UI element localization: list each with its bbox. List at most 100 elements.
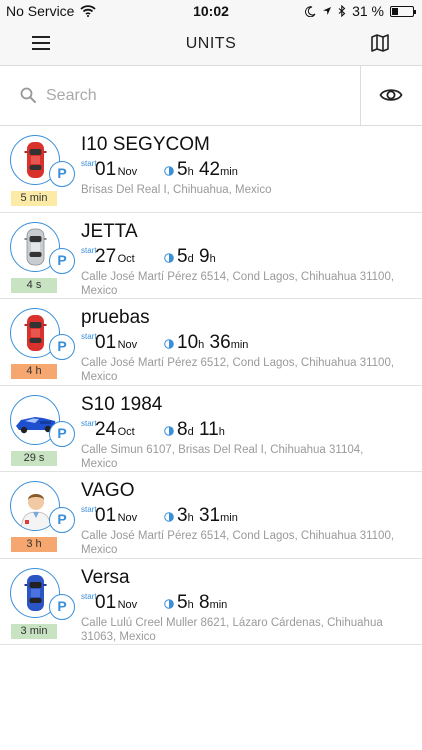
search-bar (0, 66, 422, 126)
unit-name: JETTA (81, 220, 138, 242)
start-day: 01 (95, 591, 117, 613)
duration-clock-icon (164, 596, 174, 614)
duration-clock-icon (164, 163, 174, 181)
unit-address: Brisas Del Real I, Chihuahua, Mexico (81, 184, 272, 196)
duration-value-1: 5 (177, 591, 188, 613)
list-item[interactable]: P4 h pruebas start 01 Nov 10h 36min Calle José… (0, 299, 422, 386)
duration-unit-1: h (198, 339, 205, 351)
duration-value-1: 8 (177, 418, 188, 440)
duration-unit-1: h (187, 166, 194, 178)
battery-level (392, 7, 399, 15)
start-day: 24 (95, 418, 117, 440)
trip-stats: start 01 Nov 3h 31min (81, 505, 401, 527)
start-month: Nov (117, 166, 138, 178)
list-item[interactable]: P4 s JETTA start 27 Oct 5d 9h Calle José Martí… (0, 213, 422, 299)
unit-address: Calle Simun 6107, Brisas Del Real I, Chi… (81, 443, 364, 470)
duration-unit-1: d (187, 425, 194, 438)
units-list: P5 min I10 SEGYCOM start 01 Nov 5h 42min Brisa… (0, 126, 422, 645)
moon-icon (305, 5, 316, 17)
search-container (0, 66, 361, 125)
duration: 5h 8min (177, 592, 227, 614)
duration: 10h 36min (177, 332, 248, 354)
start-month: Nov (117, 512, 138, 524)
unit-name: pruebas (81, 307, 150, 328)
duration-clock-icon (164, 250, 174, 268)
duration-unit-1: d (187, 252, 194, 265)
start-month: Nov (117, 339, 138, 351)
location-arrow-icon (323, 7, 332, 15)
duration: 8d 11h (177, 419, 225, 441)
duration-value-1: 5 (177, 159, 188, 180)
status-badge: 29 s (11, 450, 57, 466)
duration-unit-2: h (218, 425, 225, 438)
parking-icon: P (49, 161, 75, 187)
duration: 5h 42min (177, 159, 238, 181)
start-day: 27 (95, 245, 117, 267)
list-item[interactable]: P3 h VAGO start 01 Nov 3h 31min Calle José Mar… (0, 472, 422, 559)
parking-icon: P (49, 247, 75, 274)
unit-name: I10 SEGYCOM (81, 134, 210, 155)
unit-avatar: P (10, 135, 75, 189)
duration-unit-2: min (230, 339, 249, 351)
unit-name: S10 1984 (81, 393, 163, 415)
map-icon[interactable] (370, 33, 390, 58)
status-bar: No Service 10:02 31 % (0, 0, 422, 22)
duration-value-2: 8 (198, 591, 210, 613)
start-day: 01 (95, 159, 117, 180)
unit-address: Calle José Martí Pérez 6514, Cond Lagos,… (81, 530, 395, 556)
start-month: Oct (117, 425, 135, 438)
duration-unit-2: min (220, 166, 238, 178)
unit-address: Calle Lulú Creel Muller 8621, Lázaro Cár… (81, 616, 383, 643)
list-item[interactable]: P 29 s S10 1984 start 24 Oct 8d 11h Calle Simun… (0, 386, 422, 472)
unit-name: Versa (81, 566, 130, 588)
trip-stats: start 24 Oct 8d 11h (81, 418, 401, 441)
unit-address: Calle José Martí Pérez 6512, Cond Lagos,… (81, 357, 395, 383)
trip-stats: start 01 Nov 5h 42min (81, 159, 401, 181)
duration-unit-2: min (220, 512, 238, 524)
unit-name: VAGO (81, 480, 135, 501)
trip-stats: start 27 Oct 5d 9h (81, 245, 401, 268)
nav-bar: UNITS (0, 22, 422, 66)
parking-icon: P (49, 334, 75, 360)
duration-unit-2: min (209, 598, 228, 611)
start-month: Nov (117, 598, 138, 611)
unit-address: Calle José Martí Pérez 6514, Cond Lagos,… (81, 270, 395, 297)
duration-clock-icon (164, 423, 174, 441)
list-item[interactable]: P3 min Versa start 01 Nov 5h 8min Calle Lulú C… (0, 559, 422, 645)
trip-stats: start 01 Nov 10h 36min (81, 332, 401, 354)
start-month: Oct (117, 252, 135, 265)
status-badge: 4 s (11, 277, 57, 293)
status-badge: 5 min (11, 191, 57, 206)
unit-avatar: P (10, 567, 75, 622)
start-day: 01 (95, 505, 117, 526)
search-icon (20, 87, 36, 103)
bluetooth-icon (338, 5, 346, 17)
duration-value-2: 31 (198, 505, 221, 526)
status-right: 31 % (305, 3, 416, 19)
parking-icon: P (49, 420, 75, 447)
duration-value-1: 3 (177, 505, 188, 526)
duration-value-2: 36 (209, 332, 231, 353)
duration-value-1: 5 (177, 245, 188, 267)
unit-avatar: P (10, 394, 75, 449)
list-item[interactable]: P5 min I10 SEGYCOM start 01 Nov 5h 42min Brisa… (0, 126, 422, 213)
unit-avatar: P (10, 221, 75, 276)
status-badge: 3 h (11, 537, 57, 552)
start-day: 01 (95, 332, 117, 353)
duration-clock-icon (164, 336, 174, 354)
duration: 3h 31min (177, 505, 238, 527)
status-badge: 3 min (11, 623, 57, 639)
battery-percent: 31 % (352, 3, 384, 19)
duration-unit-1: h (187, 598, 194, 611)
trip-stats: start 01 Nov 5h 8min (81, 591, 401, 614)
duration-clock-icon (164, 509, 174, 527)
duration-value-2: 11 (198, 418, 219, 440)
page-title: UNITS (185, 35, 237, 52)
duration-unit-1: h (187, 512, 194, 524)
unit-avatar: P (10, 481, 75, 535)
eye-icon[interactable] (379, 83, 403, 112)
unit-avatar: P (10, 308, 75, 362)
battery-icon (390, 5, 416, 17)
parking-icon: P (49, 507, 75, 533)
search-input[interactable] (46, 83, 336, 109)
